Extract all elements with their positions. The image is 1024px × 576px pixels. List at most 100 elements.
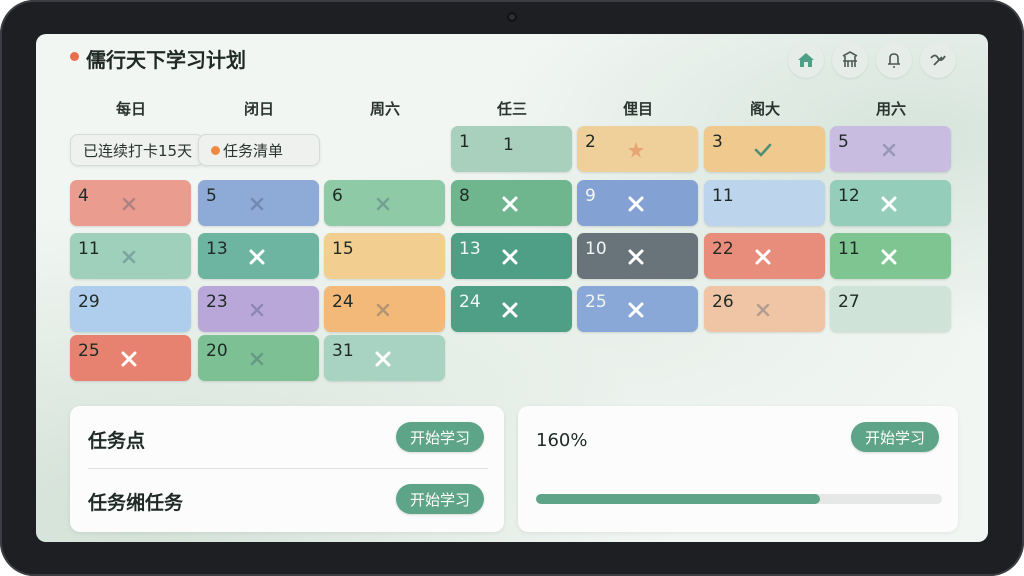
calendar-day-cell[interactable]: 13 — [451, 233, 572, 279]
calendar-day-cell[interactable]: 3 — [704, 126, 825, 172]
weekday-header: 任三 — [496, 100, 527, 118]
weekday-header: 每日 — [115, 100, 146, 118]
calendar-day-cell[interactable]: 26 — [704, 286, 825, 332]
home-icon — [798, 53, 814, 67]
day-number: 24 — [459, 292, 481, 312]
ink-swirl-button[interactable] — [920, 42, 956, 78]
pagoda-icon — [842, 51, 858, 67]
day-number: 9 — [585, 186, 596, 206]
task-points-start-button[interactable]: 开始学习 — [396, 422, 485, 452]
day-number: 1 — [459, 132, 470, 152]
streak-badge: 已连续打卡15天 — [70, 134, 204, 166]
sub-tasks-start-button[interactable]: 开始学习 — [396, 484, 485, 514]
progress-percent: 160% — [536, 430, 588, 451]
calendar-day-cell[interactable]: 23 — [198, 286, 319, 332]
cross-mark-icon — [502, 249, 518, 265]
cross-mark-icon — [502, 196, 518, 212]
star-icon — [628, 142, 644, 158]
calendar-day-cell[interactable]: 27 — [830, 286, 951, 332]
calendar-day-cell[interactable]: 12 — [830, 180, 951, 226]
pagoda-button[interactable] — [832, 42, 868, 78]
day-number: 25 — [78, 341, 100, 361]
top-toolbar — [788, 42, 956, 78]
day-number: 3 — [712, 132, 723, 152]
cross-mark-icon — [881, 249, 897, 265]
calendar-day-cell[interactable]: 20 — [198, 335, 319, 381]
bell-icon — [888, 53, 900, 68]
day-number: 13 — [459, 239, 481, 259]
faint-mark-icon — [376, 197, 390, 211]
cross-mark-icon — [881, 196, 897, 212]
calendar-day-cell[interactable]: 31 — [324, 335, 445, 381]
check-mark-icon — [754, 143, 772, 157]
day-number: 26 — [712, 292, 734, 312]
calendar-day-cell[interactable]: 11 — [830, 233, 951, 279]
panel-divider — [88, 468, 488, 469]
ink-swirl-icon — [930, 54, 946, 66]
cross-mark-icon — [375, 351, 391, 367]
day-number: 8 — [459, 186, 470, 206]
bell-button[interactable] — [876, 42, 912, 78]
day-number: 10 — [585, 239, 607, 259]
tablet-frame: 儒行天下学习计划 每日闭日 周六 任三 俚目 阁大 用六 已连续打卡15天 任务… — [0, 0, 1024, 576]
weekday-header: 周六 — [369, 100, 400, 118]
faint-mark-icon — [882, 143, 896, 157]
weekday-header: 用六 — [875, 100, 906, 118]
calendar-day-cell[interactable]: 15 — [324, 233, 445, 279]
calendar-day-cell[interactable]: 24 — [451, 286, 572, 332]
day-number: 11 — [838, 239, 860, 259]
day-number: 31 — [332, 341, 354, 361]
streak-label: 已连续打卡15天 — [83, 141, 193, 160]
calendar-day-cell[interactable]: 6 — [324, 180, 445, 226]
task-list-button[interactable]: 任务清单 — [198, 134, 320, 166]
task-panel: 任务点 开始学习 任务缃任务 开始学习 — [70, 406, 504, 532]
weekday-header: 阁大 — [749, 100, 780, 118]
task-points-label: 任务点 — [88, 430, 146, 452]
calendar-day-cell[interactable]: 11 — [704, 180, 825, 226]
calendar-day-cell[interactable]: 13 — [198, 233, 319, 279]
progress-fill — [536, 494, 821, 504]
calendar-day-cell[interactable]: 10 — [577, 233, 698, 279]
calendar-day-cell[interactable]: 29 — [70, 286, 191, 332]
calendar-day-cell[interactable]: 11 — [70, 233, 191, 279]
calendar-day-cell[interactable]: 24 — [324, 286, 445, 332]
calendar-day-cell[interactable]: 2 — [577, 126, 698, 172]
task-list-label: 任务清单 — [223, 141, 284, 160]
cross-mark-icon — [628, 196, 644, 212]
cross-mark-icon — [628, 249, 644, 265]
day-number: 13 — [206, 239, 228, 259]
faint-mark-icon — [122, 250, 136, 264]
day-number: 29 — [78, 292, 100, 312]
calendar-day-cell[interactable]: 25 — [70, 335, 191, 381]
cross-mark-icon — [121, 351, 137, 367]
day-number: 5 — [206, 186, 217, 206]
calendar-day-cell[interactable]: 8 — [451, 180, 572, 226]
calendar-day-cell[interactable]: 25 — [577, 286, 698, 332]
calendar-day-cell[interactable]: 5 — [830, 126, 951, 172]
day-number: 27 — [838, 292, 860, 312]
sub-tasks-label: 任务缃任务 — [88, 492, 184, 514]
day-number: 25 — [585, 292, 607, 312]
progress-panel: 160% 开始学习 — [518, 406, 958, 532]
day-number: 23 — [206, 292, 228, 312]
day-number: 15 — [332, 239, 354, 259]
app-title: 儒行天下学习计划 — [86, 48, 246, 72]
progress-track — [536, 494, 942, 504]
task-dot-icon — [211, 146, 220, 155]
progress-start-button[interactable]: 开始学习 — [851, 422, 940, 452]
weekday-header: 闭日 — [243, 100, 274, 118]
app-screen: 儒行天下学习计划 每日闭日 周六 任三 俚目 阁大 用六 已连续打卡15天 任务… — [36, 34, 988, 542]
faint-mark-icon — [250, 197, 264, 211]
title-dot — [70, 52, 79, 61]
home-button[interactable] — [788, 42, 824, 78]
calendar-day-cell[interactable]: 5 — [198, 180, 319, 226]
calendar-day-cell[interactable]: 11 — [451, 126, 572, 172]
calendar-day-cell[interactable]: 22 — [704, 233, 825, 279]
faint-mark-icon — [376, 303, 390, 317]
day-number: 5 — [838, 132, 849, 152]
cross-mark-icon — [628, 302, 644, 318]
cross-mark-icon — [755, 249, 771, 265]
calendar-day-cell[interactable]: 9 — [577, 180, 698, 226]
cross-mark-icon — [502, 302, 518, 318]
calendar-day-cell[interactable]: 4 — [70, 180, 191, 226]
